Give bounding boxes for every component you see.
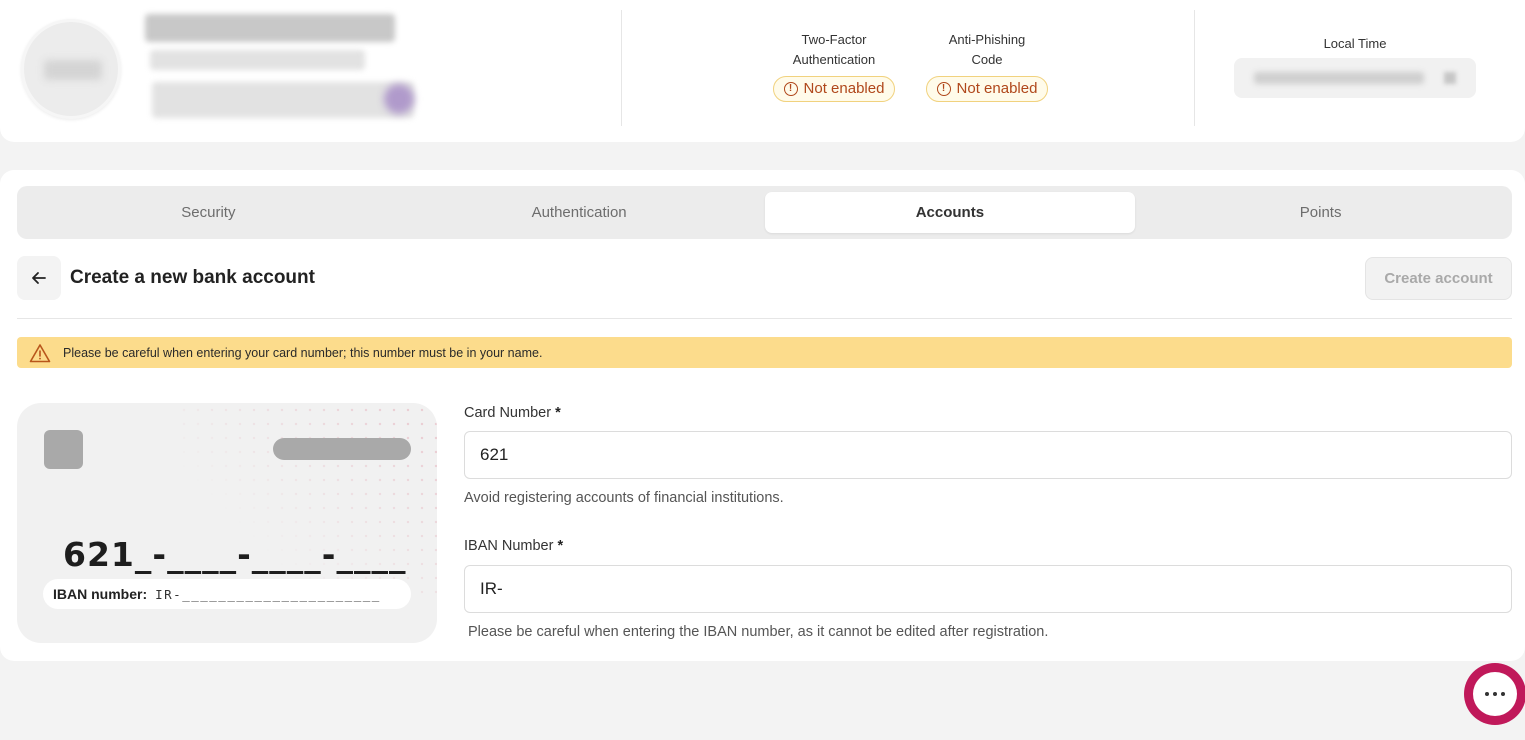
- user-name-redacted: [145, 14, 395, 42]
- anti-phishing-status: Anti-Phishing Code ! Not enabled: [919, 30, 1055, 102]
- timezone-select[interactable]: [1234, 58, 1476, 98]
- profile-header: Two-Factor Authentication ! Not enabled …: [0, 0, 1525, 142]
- alert-circle-icon: !: [936, 82, 951, 96]
- avatar[interactable]: [21, 19, 121, 119]
- two-factor-status: Two-Factor Authentication ! Not enabled: [766, 30, 902, 102]
- two-factor-label: Two-Factor: [801, 32, 867, 47]
- chat-bubble-icon: [1473, 672, 1517, 716]
- divider: [621, 10, 622, 126]
- anti-phishing-label: Anti-Phishing: [948, 32, 1026, 47]
- bank-card-preview: 621_-____-____-____ IBAN number: IR-____…: [17, 403, 437, 643]
- anti-phishing-badge[interactable]: ! Not enabled: [925, 76, 1049, 102]
- back-button[interactable]: [17, 256, 61, 300]
- card-number-label: Card Number *: [464, 405, 561, 421]
- local-time-label: Local Time: [1323, 36, 1387, 51]
- anti-phishing-label-2: Code: [971, 52, 1003, 67]
- warning-triangle-icon: [29, 343, 51, 362]
- tab-security[interactable]: Security: [23, 192, 394, 233]
- bank-logo-placeholder: [44, 430, 83, 469]
- iban-number-input[interactable]: [464, 565, 1512, 613]
- two-factor-badge[interactable]: ! Not enabled: [772, 76, 896, 102]
- iban-number-label: IBAN Number *: [464, 538, 564, 554]
- tab-authentication[interactable]: Authentication: [394, 192, 765, 233]
- chevron-down-icon: [1444, 72, 1456, 84]
- arrow-left-icon: [32, 272, 46, 284]
- settings-tabs: Security Authentication Accounts Points: [17, 186, 1512, 239]
- user-email-redacted: [150, 50, 365, 70]
- card-number-help: Avoid registering accounts of financial …: [464, 490, 784, 506]
- warning-text: Please be careful when entering your car…: [63, 345, 543, 360]
- card-number-preview: 621_-____-____-____: [63, 535, 407, 574]
- two-factor-label-2: Authentication: [792, 52, 876, 67]
- card-number-input[interactable]: [464, 431, 1512, 479]
- page-title: Create a new bank account: [70, 267, 315, 288]
- create-account-button[interactable]: Create account: [1365, 257, 1512, 300]
- iban-preview-value: IR-______________________: [155, 586, 381, 602]
- alert-circle-icon: !: [783, 82, 798, 96]
- iban-preview-label: IBAN number:: [53, 586, 148, 602]
- tab-points[interactable]: Points: [1135, 192, 1506, 233]
- bank-name-placeholder: [273, 438, 411, 460]
- divider: [1194, 10, 1195, 126]
- support-chat-button[interactable]: [1464, 663, 1525, 725]
- tab-accounts[interactable]: Accounts: [764, 192, 1136, 233]
- accounts-panel: Security Authentication Accounts Points …: [0, 170, 1525, 661]
- card-warning-banner: Please be careful when entering your car…: [17, 337, 1512, 368]
- user-meta-redacted: [152, 82, 414, 118]
- divider: [17, 318, 1512, 319]
- level-badge-icon: [384, 84, 414, 114]
- iban-preview: IBAN number: IR-______________________: [43, 579, 411, 609]
- iban-number-help: Please be careful when entering the IBAN…: [468, 624, 1049, 640]
